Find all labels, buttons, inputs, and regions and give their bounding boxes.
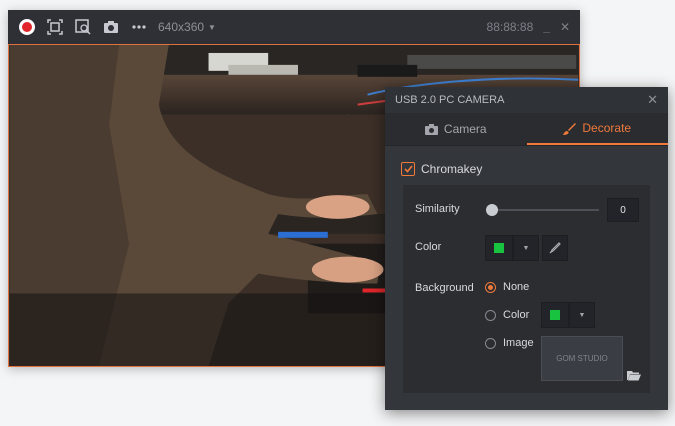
record-timer: 88:88:88 <box>486 20 534 34</box>
minimize-button[interactable]: _ <box>543 20 550 34</box>
open-folder-button[interactable] <box>627 368 643 382</box>
chromakey-label: Chromakey <box>421 162 483 176</box>
chevron-down-icon: ▼ <box>522 244 530 252</box>
bg-color-label: Color <box>503 309 530 321</box>
panel-titlebar: USB 2.0 PC CAMERA ✕ <box>385 87 668 113</box>
more-button[interactable] <box>128 16 150 38</box>
panel-close-button[interactable]: ✕ <box>647 92 658 108</box>
similarity-slider[interactable] <box>489 209 599 211</box>
bg-none-label: None <box>503 281 530 293</box>
bg-option-image[interactable]: Image <box>485 337 534 349</box>
region-zoom-icon <box>75 19 91 35</box>
key-color-swatch <box>494 243 504 253</box>
bg-option-color[interactable]: Color <box>485 309 529 321</box>
tab-camera[interactable]: Camera <box>385 113 527 145</box>
recorder-toolbar: 640x360 ▼ 88:88:88 _ ✕ <box>8 10 580 44</box>
resolution-value: 640x360 <box>158 20 205 34</box>
bg-image-radio[interactable] <box>485 337 496 349</box>
screenshot-button[interactable] <box>100 16 122 38</box>
camera-icon <box>104 21 118 33</box>
chevron-down-icon: ▼ <box>208 22 216 32</box>
chevron-down-icon: ▼ <box>578 311 586 319</box>
similarity-label: Similarity <box>415 203 460 215</box>
record-icon <box>19 19 35 35</box>
bg-color-swatch <box>550 310 560 320</box>
panel-title: USB 2.0 PC CAMERA <box>395 94 505 106</box>
bg-option-none[interactable]: None <box>485 281 529 293</box>
key-color-button[interactable] <box>485 235 513 261</box>
bg-color-radio[interactable] <box>485 309 496 321</box>
similarity-value-field[interactable]: 0 <box>607 198 639 222</box>
bg-color-dropdown[interactable]: ▼ <box>569 302 595 328</box>
similarity-value: 0 <box>620 204 626 216</box>
camera-icon <box>424 124 438 135</box>
panel-tabs: Camera Decorate <box>385 113 668 146</box>
chromakey-checkbox[interactable] <box>401 162 415 176</box>
eyedropper-button[interactable] <box>542 235 568 261</box>
fullscreen-icon <box>47 19 63 35</box>
bg-image-preview[interactable]: GOM STUDIO <box>541 336 623 381</box>
brush-icon <box>563 122 577 135</box>
chromakey-toggle[interactable]: Chromakey <box>385 154 668 184</box>
tab-decorate-label: Decorate <box>582 121 632 135</box>
bg-image-label: Image <box>503 337 534 349</box>
camera-settings-panel: USB 2.0 PC CAMERA ✕ Camera Decorate Chro… <box>385 87 668 410</box>
background-label: Background <box>415 282 474 294</box>
close-button[interactable]: ✕ <box>560 20 570 34</box>
tab-camera-label: Camera <box>443 122 487 136</box>
region-select-button[interactable] <box>72 16 94 38</box>
record-button[interactable] <box>16 16 38 38</box>
more-dots-icon <box>132 25 146 29</box>
bg-color-button[interactable] <box>541 302 569 328</box>
key-color-dropdown[interactable]: ▼ <box>513 235 539 261</box>
resolution-dropdown[interactable]: 640x360 ▼ <box>158 20 216 34</box>
chromakey-settings: Similarity 0 Color ▼ Background None Col… <box>403 185 650 393</box>
eyedropper-icon <box>549 242 561 254</box>
checkmark-icon <box>403 165 413 173</box>
folder-open-icon <box>627 371 641 381</box>
similarity-slider-handle[interactable] <box>486 204 498 216</box>
fullscreen-button[interactable] <box>44 16 66 38</box>
bg-none-radio[interactable] <box>485 281 496 293</box>
tab-decorate[interactable]: Decorate <box>526 113 668 145</box>
bg-image-preview-text: GOM STUDIO <box>556 354 608 363</box>
color-label: Color <box>415 241 442 253</box>
